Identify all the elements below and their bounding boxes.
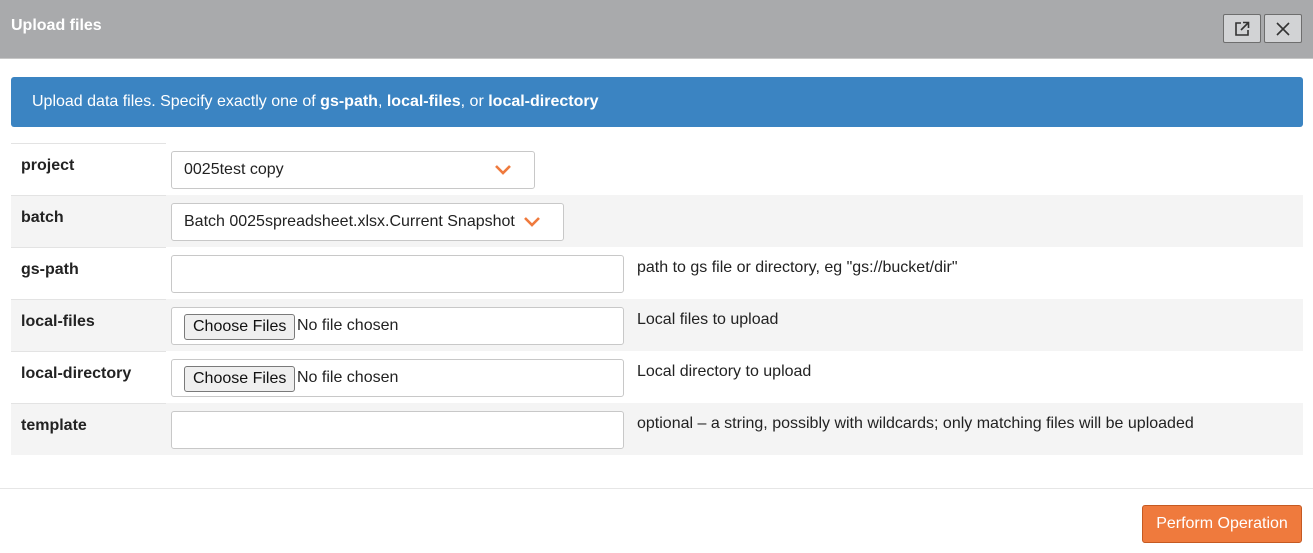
local-files-help: Local files to upload [637,311,779,328]
gs-path-input[interactable] [171,255,624,293]
project-label: project [21,157,75,174]
local-directory-label: local-directory [21,365,132,382]
project-select[interactable]: 0025test copy [171,151,535,189]
batch-select[interactable]: Batch 0025spreadsheet.xlsx.Current Snaps… [171,203,564,241]
local-files-label: local-files [21,313,95,330]
banner-term-local-directory: local-directory [488,93,599,110]
form-row-gs-path: gs-path path to gs file or directory, eg… [11,247,1303,299]
project-select-value: 0025test copy [184,161,284,178]
row-divider [11,195,166,196]
directory-status: No file chosen [297,369,399,386]
local-files-input: Choose Files No file chosen [171,307,624,345]
form-row-batch: batch Batch 0025spreadsheet.xlsx.Current… [11,195,1303,247]
gs-path-label: gs-path [21,261,79,278]
form-row-local-directory: local-directory Choose Files No file cho… [11,351,1303,403]
perform-operation-button[interactable]: Perform Operation [1142,505,1302,543]
dialog-titlebar: Upload files [0,0,1313,59]
batch-select-value: Batch 0025spreadsheet.xlsx.Current Snaps… [184,213,515,230]
row-divider [11,247,166,248]
banner-term-local-files: local-files [386,93,461,110]
info-banner: Upload data files. Specify exactly one o… [11,77,1303,127]
template-help: optional – a string, possibly with wildc… [637,415,1194,432]
banner-term-gs-path: gs-path [320,93,378,110]
dialog-title: Upload files [11,17,102,34]
chevron-down-icon [524,217,540,227]
local-directory-help: Local directory to upload [637,363,812,380]
row-divider [11,299,166,300]
external-link-icon [1235,21,1250,36]
batch-label: batch [21,209,64,226]
row-divider [11,143,166,144]
form-row-template: template optional – a string, possibly w… [11,403,1303,455]
file-status: No file chosen [297,317,399,334]
form-row-project: project 0025test copy [11,143,1303,195]
row-divider [11,403,166,404]
close-icon [1276,21,1290,36]
choose-directory-button[interactable]: Choose Files [184,366,296,392]
footer-divider [0,488,1313,489]
popout-button[interactable] [1223,14,1261,43]
gs-path-help: path to gs file or directory, eg "gs://b… [637,259,958,276]
local-directory-input: Choose Files No file chosen [171,359,624,397]
chevron-down-icon [495,165,511,175]
choose-files-button[interactable]: Choose Files [184,314,296,340]
template-label: template [21,417,87,434]
close-button[interactable] [1264,14,1302,43]
banner-text: Upload data files. Specify exactly one o… [32,93,321,110]
form-row-local-files: local-files Choose Files No file chosen … [11,299,1303,351]
banner-separator: , or [460,93,489,110]
banner-separator: , [377,93,387,110]
template-input[interactable] [171,411,624,449]
row-divider [11,351,166,352]
